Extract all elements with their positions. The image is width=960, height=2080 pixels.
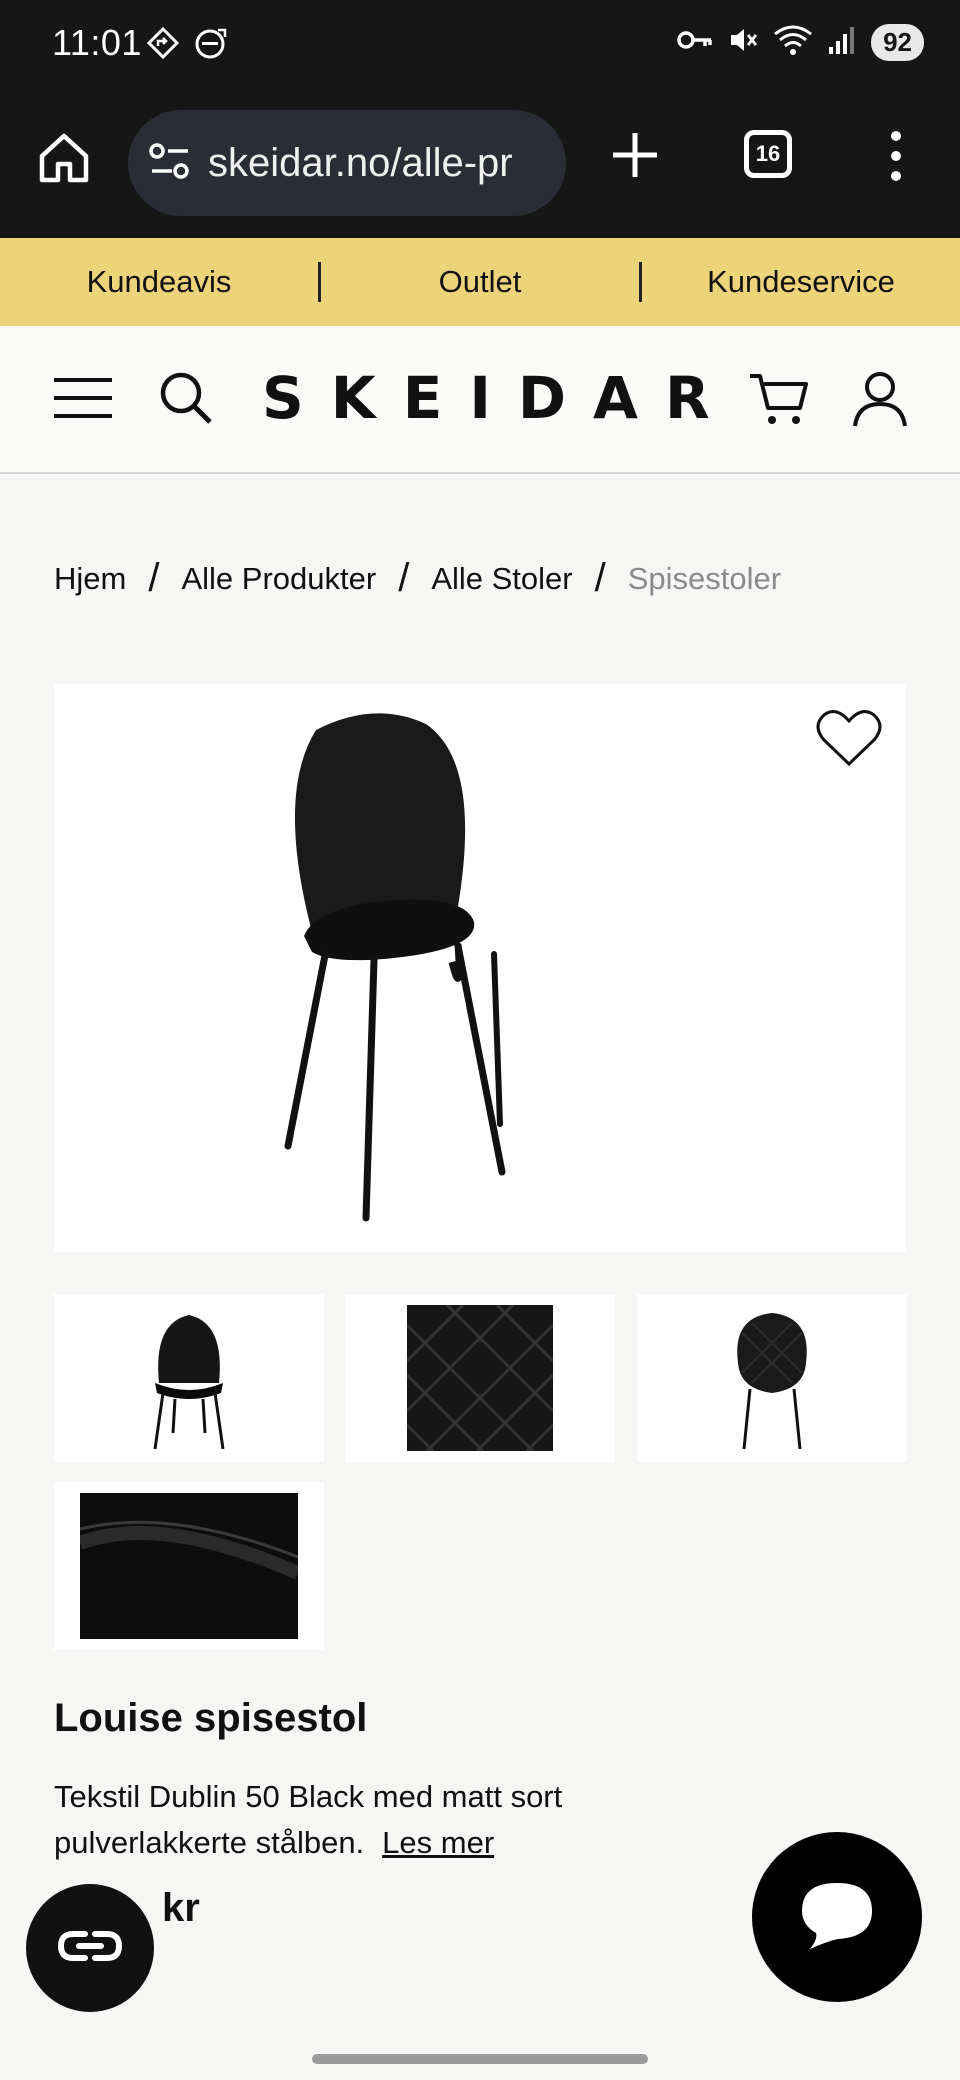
breadcrumb-item-alle-produkter[interactable]: Alle Produkter [181, 561, 376, 597]
navigation-icon [146, 26, 180, 65]
user-icon[interactable] [852, 370, 908, 433]
product-main-image[interactable] [54, 684, 906, 1252]
url-bar[interactable]: skeidar.no/alle-pr [128, 110, 566, 216]
cart-icon[interactable] [748, 370, 808, 433]
fabric-velvet-image [80, 1493, 298, 1639]
status-time: 11:01 [52, 22, 142, 63]
status-bar: 11:01 92 [0, 0, 960, 90]
url-text: skeidar.no/alle-pr [208, 140, 513, 185]
wifi-icon [773, 24, 813, 61]
breadcrumb-separator: / [594, 556, 606, 600]
nav-item-kundeavis[interactable]: Kundeavis [0, 264, 318, 300]
product-title: Louise spisestol [54, 1696, 368, 1740]
thumbnail-chair-back[interactable] [637, 1294, 907, 1462]
browser-toolbar: skeidar.no/alle-pr 16 [0, 90, 960, 238]
home-indicator[interactable] [312, 2054, 648, 2064]
site-header: SKEIDAR [0, 326, 960, 474]
home-icon[interactable] [36, 130, 92, 191]
thumbnail-chair-front[interactable] [54, 1294, 324, 1462]
key-icon [677, 28, 713, 57]
tab-switcher-button[interactable]: 16 [744, 130, 792, 178]
nav-item-kundeservice[interactable]: Kundeservice [642, 264, 960, 300]
chair-image [284, 713, 506, 1222]
volvo-icon [194, 26, 228, 65]
chair-front-image [153, 1315, 225, 1450]
signal-icon [827, 25, 857, 60]
chair-back-image [737, 1313, 807, 1450]
accessibility-button[interactable] [26, 1884, 154, 2012]
tab-count: 16 [755, 141, 781, 166]
search-icon[interactable] [158, 370, 214, 431]
price-currency: kr [162, 1886, 200, 1930]
status-icons-left [146, 26, 228, 65]
breadcrumb-item-hjem[interactable]: Hjem [54, 561, 126, 597]
nav-item-outlet[interactable]: Outlet [321, 264, 639, 300]
plus-icon[interactable] [608, 128, 662, 187]
menu-icon[interactable] [52, 376, 114, 425]
infinity-icon [55, 1926, 125, 1971]
mute-icon [727, 24, 759, 61]
site-logo[interactable]: SKEIDAR [262, 364, 737, 432]
read-more-link[interactable]: Les mer [382, 1825, 494, 1860]
thumbnail-fabric-velvet[interactable] [54, 1482, 324, 1650]
fabric-quilted-image [407, 1305, 553, 1451]
breadcrumb-item-spisestoler: Spisestoler [627, 560, 782, 596]
product-description: Tekstil Dublin 50 Black med matt sort pu… [54, 1774, 694, 1866]
chat-button[interactable] [752, 1832, 922, 2002]
site-settings-icon[interactable] [148, 141, 192, 186]
battery-indicator: 92 [871, 24, 924, 61]
breadcrumb: Hjem / Alle Produkter / Alle Stoler / Sp… [54, 556, 781, 601]
thumbnail-fabric-quilted[interactable] [345, 1294, 615, 1462]
favorite-heart-icon[interactable] [816, 708, 882, 773]
breadcrumb-separator: / [398, 556, 410, 600]
more-icon[interactable] [880, 128, 912, 189]
top-nav: Kundeavis Outlet Kundeservice [0, 238, 960, 326]
breadcrumb-separator: / [148, 556, 160, 600]
breadcrumb-item-alle-stoler[interactable]: Alle Stoler [431, 561, 572, 597]
status-icons-right: 92 [677, 24, 924, 61]
chat-bubble-icon [798, 1879, 876, 1956]
